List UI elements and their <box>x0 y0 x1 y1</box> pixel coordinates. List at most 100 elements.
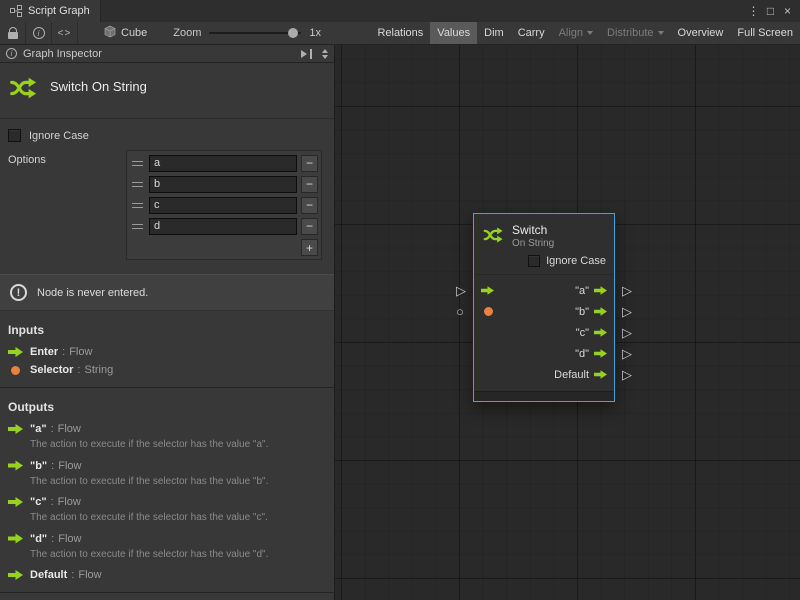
input-item-selector: Selector : String <box>0 361 334 379</box>
dock-panel-icon[interactable] <box>301 49 314 59</box>
align-dropdown[interactable]: Align <box>552 22 600 44</box>
options-label: Options <box>8 150 46 166</box>
flow-port-icon <box>8 569 23 581</box>
values-button[interactable]: Values <box>430 22 477 44</box>
outer-output-port-triangle[interactable]: ▷ <box>622 368 632 381</box>
flow-out-port-icon[interactable] <box>594 307 607 317</box>
divider <box>0 592 334 593</box>
toolbar-buttons: Relations Values Dim Carry Align Distrib… <box>370 22 800 44</box>
flow-out-port-icon[interactable] <box>594 328 607 338</box>
port-type: Flow <box>58 460 81 472</box>
flow-out-port-icon[interactable] <box>594 370 607 380</box>
overview-button-label: Overview <box>678 27 724 39</box>
output-item-default: Default : Flow <box>0 566 334 584</box>
switch-unit-icon <box>8 73 38 106</box>
outer-output-port-triangle[interactable]: ▷ <box>622 347 632 360</box>
outer-input-port-triangle[interactable]: ▷ <box>456 284 466 297</box>
graph-canvas[interactable]: Switch On String Ignore Case "a" ▷ ▷ <box>335 45 800 600</box>
option-input[interactable] <box>149 197 297 214</box>
dim-button[interactable]: Dim <box>477 22 511 44</box>
relations-button-label: Relations <box>377 27 423 39</box>
switch-on-string-node[interactable]: Switch On String Ignore Case "a" ▷ ▷ <box>473 213 615 402</box>
option-input[interactable] <box>149 155 297 172</box>
graph-target-label: Cube <box>121 27 147 39</box>
warning-box: ! Node is never entered. <box>0 274 334 311</box>
inspector-header: i Graph Inspector <box>0 45 334 63</box>
port-description: The action to execute if the selector ha… <box>0 475 334 494</box>
remove-option-button[interactable]: − <box>301 218 318 235</box>
warning-text: Node is never entered. <box>37 287 148 299</box>
output-item-a: "a" : Flow The action to execute if the … <box>0 420 334 457</box>
carry-button[interactable]: Carry <box>511 22 552 44</box>
flow-out-port-icon[interactable] <box>594 349 607 359</box>
close-button[interactable]: × <box>779 2 796 20</box>
type-separator: : <box>51 533 54 545</box>
drag-handle-icon[interactable] <box>132 224 143 229</box>
full-screen-button[interactable]: Full Screen <box>730 22 800 44</box>
enter-flow-port-icon[interactable] <box>481 286 494 296</box>
ignore-case-label: Ignore Case <box>29 130 89 142</box>
graph-target[interactable]: Cube <box>96 22 155 44</box>
distribute-dropdown-label: Distribute <box>607 27 653 39</box>
port-type: String <box>84 364 113 376</box>
outer-output-port-triangle[interactable]: ▷ <box>622 305 632 318</box>
flow-port-icon <box>8 423 23 435</box>
node-footer <box>474 391 614 401</box>
edit-graph-button[interactable]: <> <box>52 22 78 44</box>
drag-handle-icon[interactable] <box>132 182 143 187</box>
relations-button[interactable]: Relations <box>370 22 430 44</box>
node-ports: "a" ▷ ▷ "b" ○ ▷ "c" <box>474 274 614 391</box>
node-port-row: "a" ▷ ▷ <box>474 280 614 301</box>
node-ignore-case-checkbox[interactable] <box>528 255 540 267</box>
zoom-slider[interactable] <box>209 32 301 34</box>
port-type: Flow <box>58 496 81 508</box>
remove-option-button[interactable]: − <box>301 155 318 172</box>
lock-icon <box>8 32 18 39</box>
full-screen-button-label: Full Screen <box>737 27 793 39</box>
port-name: "d" <box>30 533 47 545</box>
drag-handle-icon[interactable] <box>132 203 143 208</box>
window-controls: ⋮ □ × <box>745 0 800 22</box>
option-input[interactable] <box>149 218 297 235</box>
input-item-enter: Enter : Flow <box>0 343 334 361</box>
zoom-slider-knob[interactable] <box>288 28 298 38</box>
port-description: The action to execute if the selector ha… <box>0 438 334 457</box>
values-button-label: Values <box>437 27 470 39</box>
info-icon: i <box>33 27 45 39</box>
flow-out-port-icon[interactable] <box>594 286 607 296</box>
port-name: Default <box>30 569 67 581</box>
port-label: "a" <box>575 285 589 297</box>
outer-input-port-circle[interactable]: ○ <box>456 305 464 318</box>
overview-button[interactable]: Overview <box>671 22 731 44</box>
dim-button-label: Dim <box>484 27 504 39</box>
outputs-header: Outputs <box>0 388 334 420</box>
outer-output-port-triangle[interactable]: ▷ <box>622 284 632 297</box>
distribute-dropdown[interactable]: Distribute <box>600 22 670 44</box>
add-option-button[interactable]: + <box>301 239 318 256</box>
tab-script-graph[interactable]: Script Graph <box>0 0 101 22</box>
port-type: Flow <box>58 533 81 545</box>
remove-option-button[interactable]: − <box>301 197 318 214</box>
flow-port-icon <box>8 533 23 545</box>
inspector-toggle-button[interactable]: i <box>26 22 52 44</box>
remove-option-button[interactable]: − <box>301 176 318 193</box>
main-content: i Graph Inspector Switch On String <box>0 45 800 600</box>
chevron-down-icon <box>658 31 664 35</box>
titlebar: Script Graph ⋮ □ × <box>0 0 800 22</box>
drag-handle-icon[interactable] <box>132 161 143 166</box>
window-menu-button[interactable]: ⋮ <box>745 2 762 20</box>
selector-value-port-icon[interactable] <box>484 307 493 316</box>
outer-output-port-triangle[interactable]: ▷ <box>622 326 632 339</box>
output-item-b: "b" : Flow The action to execute if the … <box>0 457 334 494</box>
port-type: Flow <box>69 346 92 358</box>
graph-inspector-panel: i Graph Inspector Switch On String <box>0 45 335 600</box>
node-port-row: Default ▷ <box>474 364 614 385</box>
script-graph-icon <box>10 5 22 17</box>
unit-title: Switch On String <box>50 79 147 94</box>
maximize-button[interactable]: □ <box>762 2 779 20</box>
ignore-case-checkbox[interactable] <box>8 129 21 142</box>
port-name: "a" <box>30 423 47 435</box>
panel-spinner-icon[interactable] <box>322 49 328 59</box>
lock-button[interactable] <box>0 22 26 44</box>
option-input[interactable] <box>149 176 297 193</box>
